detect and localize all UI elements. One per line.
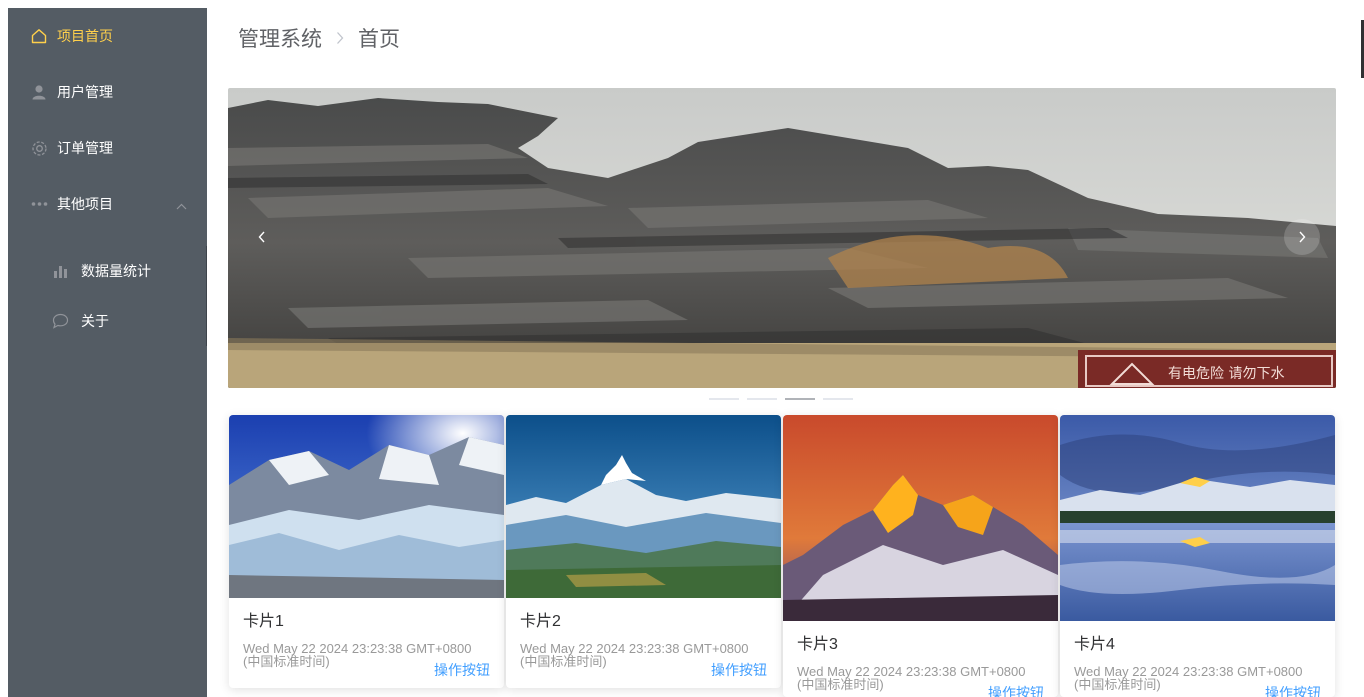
carousel-prev-button[interactable] — [244, 219, 280, 255]
sidebar-item-users[interactable]: 用户管理 — [8, 64, 207, 120]
card-action-button[interactable]: 操作按钮 — [1265, 683, 1321, 697]
sidebar-item-other[interactable]: 其他项目 — [8, 176, 207, 232]
card-body: 卡片1 Wed May 22 2024 23:23:38 GMT+0800 (中… — [229, 598, 504, 678]
card: 卡片2 Wed May 22 2024 23:23:38 GMT+0800 (中… — [506, 415, 781, 688]
user-icon — [30, 83, 48, 101]
card-image — [506, 415, 781, 598]
card-title: 卡片3 — [797, 636, 838, 653]
card-title: 卡片4 — [1074, 636, 1115, 653]
card-image — [783, 415, 1058, 621]
bar-chart-icon — [51, 262, 69, 280]
card-image — [1060, 415, 1335, 621]
sidebar-item-label: 用户管理 — [57, 84, 113, 100]
more-icon — [30, 195, 48, 213]
sidebar-item-home[interactable]: 项目首页 — [8, 8, 207, 64]
card-body: 卡片3 Wed May 22 2024 23:23:38 GMT+0800 (中… — [783, 621, 1058, 697]
home-icon — [30, 27, 48, 45]
gear-icon — [30, 139, 48, 157]
card-action-button[interactable]: 操作按钮 — [434, 660, 490, 680]
carousel-sign-text: 有电危险 请勿下水 — [1168, 366, 1284, 382]
submenu-other: 数据量统计 关于 — [8, 246, 207, 346]
carousel-indicator[interactable] — [747, 398, 777, 400]
sidebar-menu: 项目首页 用户管理 订单管理 其他项目 数据量统计 关于 — [8, 8, 207, 697]
sidebar-item-label: 其他项目 — [57, 196, 113, 212]
carousel-indicator[interactable] — [709, 398, 739, 400]
card-body: 卡片2 Wed May 22 2024 23:23:38 GMT+0800 (中… — [506, 598, 781, 678]
card-title: 卡片2 — [520, 613, 561, 630]
card-title: 卡片1 — [243, 613, 284, 630]
app-root: 项目首页 用户管理 订单管理 其他项目 数据量统计 关于 管理系统 首页 有电危… — [0, 0, 1364, 697]
sidebar-item-orders[interactable]: 订单管理 — [8, 120, 207, 176]
carousel-indicator[interactable] — [823, 398, 853, 400]
chevron-left-icon — [258, 231, 265, 243]
card-action-button[interactable]: 操作按钮 — [711, 660, 767, 680]
sidebar-item-label: 订单管理 — [57, 140, 113, 156]
chevron-right-icon — [1299, 231, 1306, 243]
card-action-button[interactable]: 操作按钮 — [988, 683, 1044, 697]
sidebar-item-label: 项目首页 — [57, 28, 113, 44]
breadcrumb: 管理系统 首页 — [238, 24, 400, 52]
carousel-next-button[interactable] — [1284, 219, 1320, 255]
sidebar-item-label: 关于 — [81, 313, 109, 329]
card: 卡片3 Wed May 22 2024 23:23:38 GMT+0800 (中… — [783, 415, 1058, 697]
chevron-up-icon — [176, 197, 187, 213]
carousel: 有电危险 请勿下水 — [228, 88, 1336, 388]
card: 卡片4 Wed May 22 2024 23:23:38 GMT+0800 (中… — [1060, 415, 1335, 697]
chevron-right-icon — [336, 31, 344, 45]
carousel-indicator[interactable] — [785, 398, 815, 400]
card-body: 卡片4 Wed May 22 2024 23:23:38 GMT+0800 (中… — [1060, 621, 1335, 697]
card: 卡片1 Wed May 22 2024 23:23:38 GMT+0800 (中… — [229, 415, 504, 688]
carousel-slide-image: 有电危险 请勿下水 — [228, 88, 1336, 388]
sidebar-item-about[interactable]: 关于 — [8, 296, 207, 346]
carousel-indicators — [709, 398, 853, 400]
sidebar-item-label: 数据量统计 — [81, 263, 151, 279]
breadcrumb-root[interactable]: 管理系统 — [238, 23, 322, 53]
sidebar-item-data-stats[interactable]: 数据量统计 — [8, 246, 207, 296]
chat-bubble-icon — [51, 312, 69, 330]
breadcrumb-current: 首页 — [358, 28, 400, 51]
card-image — [229, 415, 504, 598]
